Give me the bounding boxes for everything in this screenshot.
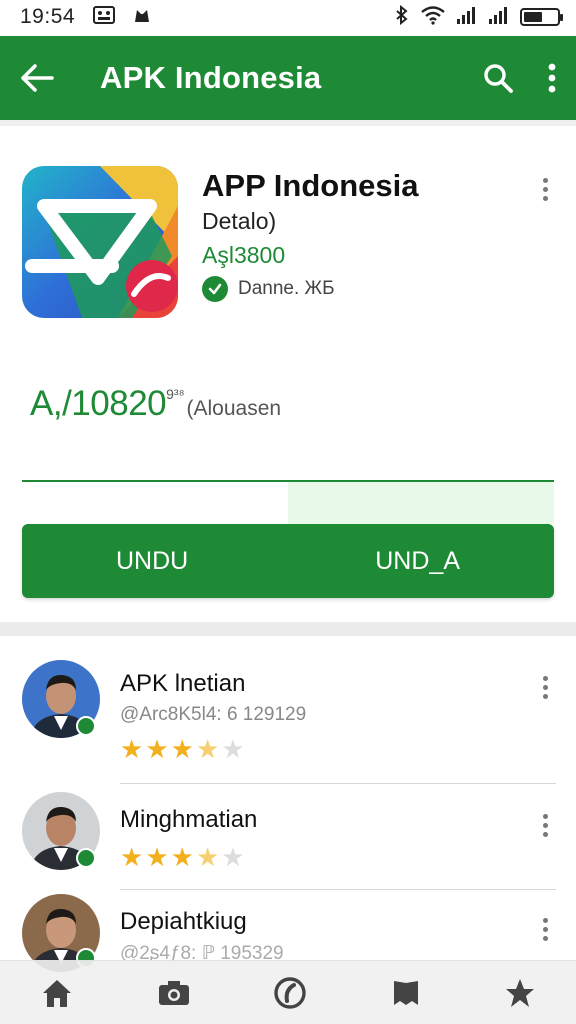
app-subtitle: Detalo) (202, 208, 277, 234)
star-icon: ★ (195, 842, 220, 872)
developer-row: Danne. ЖБ (202, 276, 335, 302)
star-icon: ★ (120, 734, 144, 764)
download-progress (22, 480, 554, 524)
app-price: Aşl3800 (202, 242, 286, 268)
download-count-value: A,/10820 (30, 384, 167, 423)
home-icon[interactable] (40, 977, 74, 1009)
app-detail-card: APP Indonesia Detalo) Aşl3800 Danne. ЖБ … (0, 120, 576, 622)
download-count: A,/10820 9³⁸ (Alouasen (30, 384, 281, 424)
avatar-badge (76, 716, 96, 736)
download-button[interactable]: UNDU UND_A (22, 524, 554, 598)
bookmark-icon[interactable] (390, 977, 422, 1009)
camera-icon[interactable] (157, 979, 191, 1007)
app-icon[interactable] (22, 166, 178, 318)
star-icon: ★ (170, 734, 194, 764)
download-count-label: (Alouasen (186, 397, 282, 420)
review-item[interactable]: APK l​netian @Arc8K5l4: 6 129129 ★ ★ ★ ★ ★ (0, 636, 576, 786)
signal-icon (456, 5, 478, 30)
arrow-left-icon[interactable] (20, 63, 54, 93)
star-icon: ★ (145, 734, 169, 764)
reviewer-name: Minghmatian (120, 806, 258, 833)
status-time: 19:54 (20, 5, 76, 28)
review-more-icon[interactable] (539, 810, 552, 841)
star-rating: ★ ★ ★ ★ ★ (120, 736, 245, 762)
star-icon: ★ (221, 842, 245, 872)
download-button-label-right: UND_A (375, 546, 460, 575)
bottom-navigation (0, 960, 576, 1024)
review-more-icon[interactable] (539, 672, 552, 703)
star-icon: ★ (221, 734, 245, 764)
cat-icon (133, 6, 151, 29)
battery-icon (520, 8, 563, 26)
review-item[interactable]: Minghmatian ★ ★ ★ ★ ★ (0, 786, 576, 892)
app-title: APP Indonesia (202, 168, 419, 203)
page-title: APK Indonesia (100, 60, 322, 95)
download-button-label-left: UNDU (116, 546, 189, 575)
reviewer-name: APK l​netian (120, 670, 246, 697)
review-meta: @Arc8K5l4: 6 129129 (120, 704, 307, 725)
signal-icon (488, 5, 510, 30)
star-icon: ★ (120, 842, 144, 872)
divider (120, 783, 556, 784)
bluetooth-icon (394, 4, 410, 30)
app-bar: APK Indonesia (0, 36, 576, 120)
more-vert-icon[interactable] (548, 63, 556, 93)
verified-icon (202, 276, 228, 302)
review-more-icon[interactable] (539, 914, 552, 945)
developer-name: Danne. ЖБ (238, 278, 335, 299)
download-count-sup: 9³⁸ (166, 386, 185, 402)
star-icon[interactable] (504, 977, 536, 1009)
review-item[interactable]: Depiahtkiug @​2ʂ4ƒ8: ℙ 195329 (0, 892, 576, 972)
gallery-icon (93, 5, 116, 29)
app-more-icon[interactable] (539, 174, 552, 205)
avatar-badge (76, 848, 96, 868)
wifi-icon (420, 5, 446, 30)
search-icon[interactable] (482, 62, 514, 94)
battery-level (524, 12, 542, 22)
star-rating: ★ ★ ★ ★ ★ (120, 844, 245, 870)
star-icon: ★ (145, 842, 169, 872)
section-divider (0, 622, 576, 636)
compass-icon[interactable] (273, 976, 307, 1010)
star-icon: ★ (195, 734, 220, 764)
reviewer-name: Depiahtkiug (120, 908, 247, 935)
status-bar: 19:54 (0, 0, 576, 34)
star-icon: ★ (170, 842, 194, 872)
download-progress-fill (22, 482, 288, 524)
divider (120, 889, 556, 890)
